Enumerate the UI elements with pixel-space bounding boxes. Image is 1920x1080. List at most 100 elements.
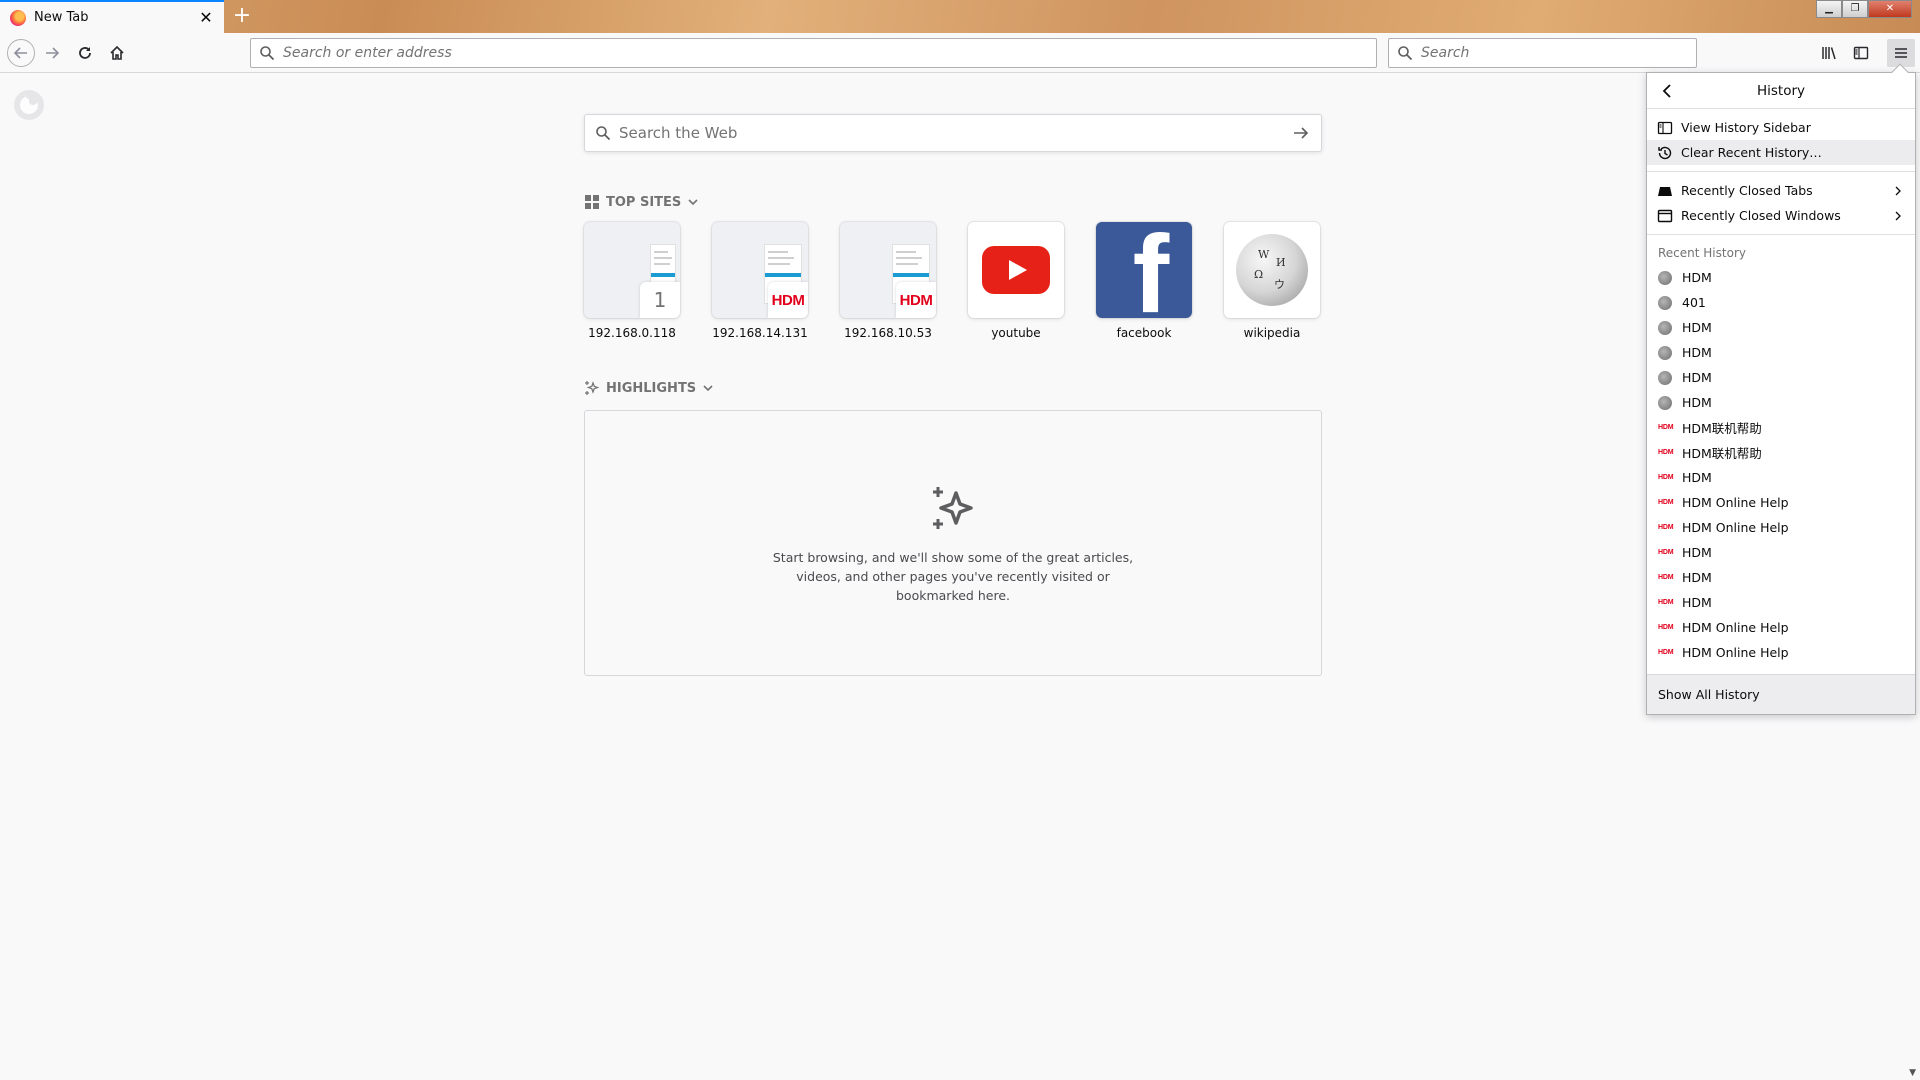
url-bar[interactable] [250,38,1377,68]
view-history-sidebar-item[interactable]: View History Sidebar [1647,115,1915,140]
app-menu-button[interactable] [1887,39,1915,67]
url-input[interactable] [283,45,1376,61]
hdm-favicon-icon: HDM [1658,449,1674,456]
arrow-left-icon [13,47,27,59]
site-screenshot: HDM [840,222,936,318]
reload-icon [79,47,91,59]
tab-icon [1658,186,1672,196]
search-input[interactable] [1421,45,1696,61]
history-item[interactable]: HDM HDM联机帮助 [1647,440,1915,465]
history-item[interactable]: HDM [1647,390,1915,415]
restore-button[interactable]: ❐ [1842,0,1868,18]
site-badge: HDM [768,282,808,318]
hdm-favicon-icon: HDM [1658,599,1674,606]
history-item-label: HDM [1682,320,1712,335]
site-screenshot: 1 [584,222,680,318]
new-tab-page: TOP SITES 1 192.168.0.118 HDM 192.168.14… [0,74,1920,1080]
tab-new-tab[interactable]: New Tab ✕ [0,0,224,33]
facebook-logo-icon: f [1132,222,1170,318]
home-button[interactable] [105,41,129,65]
globe-icon [1658,345,1672,360]
hdm-favicon-icon: HDM [1658,499,1674,506]
clear-recent-history-item[interactable]: Clear Recent History… [1647,140,1915,165]
recent-history-heading: Recent History [1658,246,1746,260]
history-item[interactable]: HDM HDM Online Help [1647,615,1915,640]
hdm-favicon-icon: HDM [1658,524,1674,531]
library-button[interactable] [1817,41,1841,65]
site-label: 192.168.10.53 [844,326,932,340]
hdm-favicon-icon: HDM [1658,624,1674,631]
recently-closed-windows-item[interactable]: Recently Closed Windows [1647,203,1915,228]
history-item-label: HDM Online Help [1682,495,1789,510]
chevron-right-icon [1895,211,1901,220]
sidebar-toggle-button[interactable] [1849,41,1873,65]
firefox-logo-icon [14,90,44,120]
history-item-label: HDM [1682,270,1712,285]
chevron-left-icon[interactable] [1657,81,1677,101]
tab-title: New Tab [34,10,89,25]
search-icon [596,126,611,141]
show-all-history-button[interactable]: Show All History [1647,674,1915,714]
sidebar-icon [1853,46,1869,60]
history-item[interactable]: HDM [1647,365,1915,390]
top-site-tile[interactable]: WИΩウ wikipedia [1224,222,1320,340]
history-panel-title: History [1756,82,1806,99]
history-panel-header: History [1647,73,1915,109]
history-item[interactable]: HDM HDM [1647,565,1915,590]
wikipedia-tile: WИΩウ [1224,222,1320,318]
scroll-down-arrow-icon[interactable]: ▼ [1909,1068,1916,1078]
web-search-box[interactable] [584,114,1322,152]
history-item[interactable]: HDM HDM Online Help [1647,640,1915,665]
history-item[interactable]: 401 [1647,290,1915,315]
globe-icon [1658,320,1672,335]
tab-bar: New Tab ✕ + ▁ ❐ ✕ [0,0,1920,33]
wikipedia-globe-icon: WИΩウ [1236,234,1308,306]
hdm-favicon-icon: HDM [1658,549,1674,556]
youtube-logo-icon [982,246,1050,294]
youtube-tile [968,222,1064,318]
reload-button[interactable] [73,41,97,65]
web-search-input[interactable] [619,124,1291,142]
top-site-tile[interactable]: 1 192.168.0.118 [584,222,680,340]
history-item[interactable]: HDM [1647,340,1915,365]
history-item[interactable]: HDM HDM [1647,590,1915,615]
sparkle-icon [585,381,600,395]
clear-recent-history-label: Clear Recent History… [1681,145,1822,160]
history-item[interactable]: HDM HDM Online Help [1647,515,1915,540]
arrow-right-icon[interactable] [1291,123,1311,143]
history-item[interactable]: HDM HDM [1647,465,1915,490]
firefox-favicon-icon [10,9,26,26]
history-item-label: HDM联机帮助 [1682,421,1762,436]
chevron-down-icon [703,385,713,392]
recently-closed-tabs-item[interactable]: Recently Closed Tabs [1647,178,1915,203]
top-site-tile[interactable]: HDM 192.168.14.131 [712,222,808,340]
top-site-tile[interactable]: f facebook [1096,222,1192,340]
history-item[interactable]: HDM [1647,265,1915,290]
new-tab-button[interactable]: + [230,4,254,28]
search-bar[interactable] [1388,38,1697,68]
highlights-header[interactable]: HIGHLIGHTS [584,380,714,396]
window-controls: ▁ ❐ ✕ [1816,0,1912,18]
close-window-button[interactable]: ✕ [1868,0,1912,18]
history-item[interactable]: HDM [1647,315,1915,340]
history-item-label: HDM联机帮助 [1682,446,1762,461]
history-clock-icon [1658,146,1672,159]
highlights-empty-text: Start browsing, and we'll show some of t… [772,550,1134,603]
globe-icon [1658,370,1672,385]
top-sites-header[interactable]: TOP SITES [584,194,699,210]
history-item[interactable]: HDM HDM Online Help [1647,490,1915,515]
history-item[interactable]: HDM HDM联机帮助 [1647,415,1915,440]
back-button[interactable] [7,39,35,67]
close-tab-icon[interactable]: ✕ [198,9,214,26]
top-site-tile[interactable]: HDM 192.168.10.53 [840,222,936,340]
hdm-favicon-icon: HDM [1658,574,1674,581]
home-icon [110,45,124,60]
minimize-button[interactable]: ▁ [1816,0,1842,18]
history-item[interactable]: HDM HDM [1647,540,1915,565]
forward-button[interactable] [40,41,64,65]
top-site-tile[interactable]: youtube [968,222,1064,340]
grid-icon [585,195,599,209]
arrow-right-icon [46,47,60,59]
search-icon [260,46,275,61]
facebook-tile: f [1096,222,1192,318]
